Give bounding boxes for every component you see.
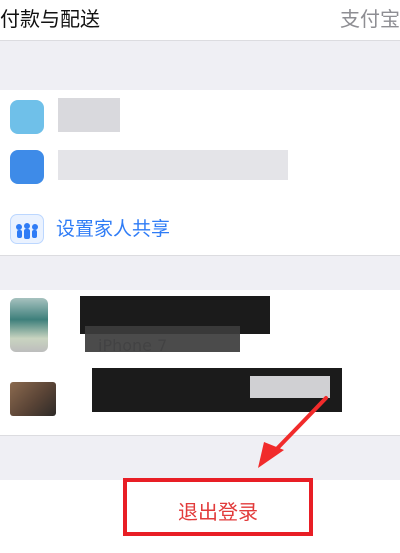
app-icon xyxy=(10,150,44,184)
section-gap-2 xyxy=(0,256,400,290)
payment-value: 支付宝 xyxy=(340,7,400,31)
app-icon xyxy=(10,100,44,134)
redacted-block xyxy=(58,150,288,180)
redacted-block xyxy=(85,326,240,352)
redacted-block xyxy=(58,98,120,132)
family-sharing-label: 设置家人共享 xyxy=(56,218,171,240)
account-section-1: 设置家人共享 xyxy=(0,90,400,255)
family-sharing-row[interactable]: 设置家人共享 xyxy=(0,208,400,248)
laptop-icon xyxy=(10,382,56,416)
payment-and-shipping-row[interactable]: 付款与配送 支付宝 xyxy=(0,0,400,40)
family-sharing-icon xyxy=(10,214,44,244)
payment-label: 付款与配送 xyxy=(0,7,100,31)
phone-icon xyxy=(10,298,48,352)
arrow-icon xyxy=(258,396,328,468)
section-gap xyxy=(0,41,400,90)
